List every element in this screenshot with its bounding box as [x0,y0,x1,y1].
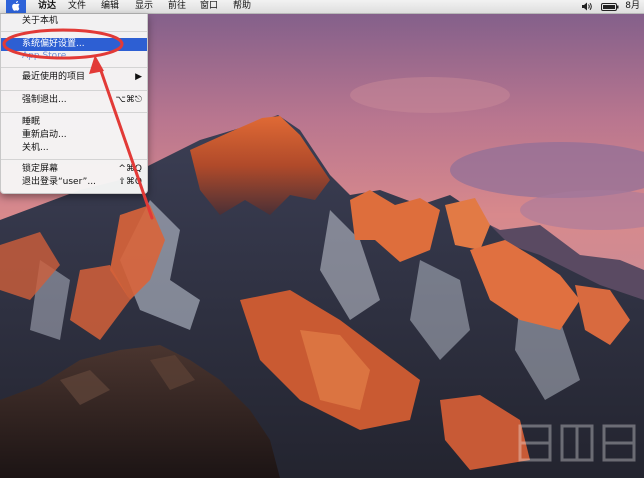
annotation-circle [2,28,124,60]
annotation-arrow-line [98,66,154,220]
annotation-arrow-head [89,55,104,74]
annotation-overlay [2,28,154,220]
